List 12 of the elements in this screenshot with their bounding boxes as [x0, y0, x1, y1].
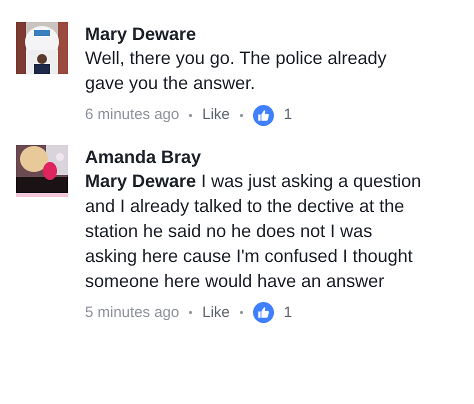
- thumbs-up-icon: [252, 104, 274, 126]
- like-link[interactable]: Like: [202, 104, 230, 126]
- reaction-count: 1: [284, 105, 292, 125]
- author-name[interactable]: Amanda Bray: [85, 144, 425, 168]
- timestamp: 5 minutes ago: [85, 302, 180, 322]
- timestamp: 6 minutes ago: [85, 105, 180, 125]
- thumbs-up-icon: [252, 302, 274, 324]
- author-name[interactable]: Mary Deware: [85, 22, 425, 46]
- comment-text: Mary Deware I was just asking a question and I already talked to the dective at the station he said no he does not I was asking here cause I'm confused I thought someone here would have an answer: [85, 170, 422, 292]
- like-link[interactable]: Like: [202, 302, 230, 324]
- comment-text: Well, there you go. The police already gave you the answer.: [85, 47, 388, 95]
- reaction-count: 1: [284, 302, 292, 322]
